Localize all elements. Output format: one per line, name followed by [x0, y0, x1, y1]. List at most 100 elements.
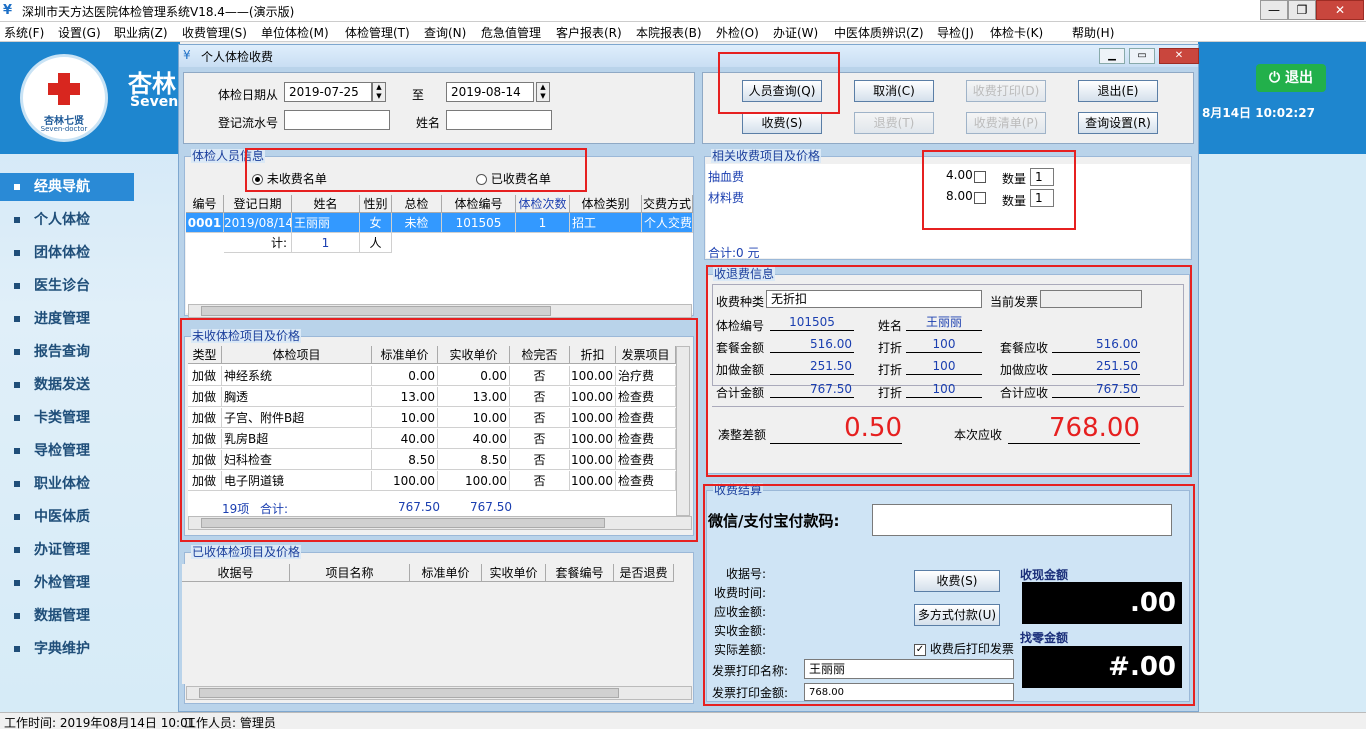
invoice-amount-input[interactable]: 768.00 — [804, 683, 1014, 701]
radio-paid[interactable]: 已收费名单 — [476, 170, 551, 187]
nav-dictionary[interactable]: 字典维护 — [0, 635, 134, 663]
unpaid-cell[interactable]: 检查费 — [616, 408, 676, 428]
related-fee-qty-input[interactable]: 1 — [1030, 189, 1054, 207]
related-fee-checkbox[interactable] — [974, 169, 986, 183]
people-cell[interactable]: 招工 — [570, 213, 642, 233]
menu-help[interactable]: 帮助(H) — [1072, 24, 1114, 41]
pay-code-input[interactable] — [872, 504, 1172, 536]
charge-top-button[interactable]: 收费(S) — [742, 112, 822, 134]
charge-button[interactable]: 收费(S) — [914, 570, 1000, 592]
nav-data-send[interactable]: 数据发送 — [0, 371, 134, 399]
unpaid-cell[interactable]: 乳房B超 — [222, 429, 372, 449]
unpaid-cell[interactable]: 检查费 — [616, 387, 676, 407]
nav-classic[interactable]: 经典导航 — [0, 173, 134, 201]
nav-group-exam[interactable]: 团体体检 — [0, 239, 134, 267]
unpaid-cell[interactable]: 100.00 — [438, 471, 510, 491]
nav-report-query[interactable]: 报告查询 — [0, 338, 134, 366]
unpaid-cell[interactable]: 40.00 — [372, 429, 438, 449]
query-settings-button[interactable]: 查询设置(R) — [1078, 112, 1158, 134]
people-cell[interactable]: 0001 — [186, 213, 224, 233]
dialog-minimize-button[interactable]: ▁ — [1099, 48, 1125, 64]
unpaid-cell[interactable]: 加做 — [188, 387, 222, 407]
unpaid-cell[interactable]: 子宫、附件B超 — [222, 408, 372, 428]
multi-pay-button[interactable]: 多方式付款(U) — [914, 604, 1000, 626]
scroll-thumb[interactable] — [199, 688, 619, 698]
menu-system[interactable]: 系统(F) — [4, 24, 44, 41]
serial-input[interactable] — [284, 110, 390, 130]
nav-progress[interactable]: 进度管理 — [0, 305, 134, 333]
nav-occupational[interactable]: 职业体检 — [0, 470, 134, 498]
fee-type-input[interactable]: 无折扣 — [766, 290, 982, 308]
nav-doctor-desk[interactable]: 医生诊台 — [0, 272, 134, 300]
unpaid-cell[interactable]: 检查费 — [616, 429, 676, 449]
invoice-input[interactable] — [1040, 290, 1142, 308]
menu-group-exam[interactable]: 单位体检(M) — [261, 24, 329, 41]
maximize-button[interactable]: ❐ — [1288, 0, 1316, 20]
menu-client-report[interactable]: 客户报表(R) — [556, 24, 622, 41]
nav-personal-exam[interactable]: 个人体检 — [0, 206, 134, 234]
related-fee-checkbox[interactable] — [974, 190, 986, 204]
date-to-spinner[interactable]: ▲ ▼ — [536, 82, 550, 102]
people-cell[interactable]: 未检 — [392, 213, 442, 233]
unpaid-cell[interactable]: 否 — [510, 471, 570, 491]
people-hscroll[interactable] — [188, 304, 692, 318]
people-cell[interactable]: 个人交费 — [642, 213, 693, 233]
paid-hscroll[interactable] — [186, 686, 692, 700]
date-from-input[interactable]: 2019-07-25 — [284, 82, 372, 102]
unpaid-cell[interactable]: 加做 — [188, 471, 222, 491]
date-to-input[interactable]: 2019-08-14 — [446, 82, 534, 102]
unpaid-cell[interactable]: 检查费 — [616, 450, 676, 470]
unpaid-cell[interactable]: 加做 — [188, 429, 222, 449]
nav-certificate[interactable]: 办证管理 — [0, 536, 134, 564]
nav-external[interactable]: 外检管理 — [0, 569, 134, 597]
unpaid-cell[interactable]: 10.00 — [438, 408, 510, 428]
logout-button[interactable]: ⏻ 退出 — [1256, 64, 1326, 92]
exit-button[interactable]: 退出(E) — [1078, 80, 1158, 102]
invoice-name-input[interactable]: 王丽丽 — [804, 659, 1014, 679]
menu-query[interactable]: 查询(N) — [424, 24, 466, 41]
unpaid-cell[interactable]: 8.50 — [438, 450, 510, 470]
people-cell[interactable]: 101505 — [442, 213, 516, 233]
charge-list-button[interactable]: 收费清单(P) — [966, 112, 1046, 134]
unpaid-cell[interactable]: 否 — [510, 450, 570, 470]
nav-data-management[interactable]: 数据管理 — [0, 602, 134, 630]
unpaid-cell[interactable]: 13.00 — [372, 387, 438, 407]
nav-tcm[interactable]: 中医体质 — [0, 503, 134, 531]
menu-card[interactable]: 体检卡(K) — [990, 24, 1043, 41]
menu-exam-management[interactable]: 体检管理(T) — [345, 24, 410, 41]
unpaid-cell[interactable]: 否 — [510, 408, 570, 428]
unpaid-cell[interactable]: 100.00 — [570, 429, 616, 449]
charge-print-button[interactable]: 收费打印(D) — [966, 80, 1046, 102]
unpaid-cell[interactable]: 妇科检查 — [222, 450, 372, 470]
print-after-checkbox[interactable]: ✓ 收费后打印发票 — [914, 640, 1014, 657]
menu-tcm[interactable]: 中医体质辨识(Z) — [834, 24, 924, 41]
unpaid-cell[interactable]: 否 — [510, 387, 570, 407]
unpaid-cell[interactable]: 8.50 — [372, 450, 438, 470]
unpaid-vscroll[interactable] — [676, 346, 690, 516]
cancel-button[interactable]: 取消(C) — [854, 80, 934, 102]
people-cell[interactable]: 2019/08/14 — [224, 213, 292, 233]
unpaid-cell[interactable]: 100.00 — [372, 471, 438, 491]
unpaid-cell[interactable]: 100.00 — [570, 450, 616, 470]
menu-billing[interactable]: 收费管理(S) — [182, 24, 247, 41]
unpaid-cell[interactable]: 100.00 — [570, 387, 616, 407]
scroll-thumb[interactable] — [201, 306, 551, 316]
unpaid-cell[interactable]: 13.00 — [438, 387, 510, 407]
date-from-spinner[interactable]: ▲ ▼ — [372, 82, 386, 102]
people-cell[interactable]: 1 — [516, 213, 570, 233]
unpaid-cell[interactable]: 加做 — [188, 450, 222, 470]
unpaid-cell[interactable]: 胸透 — [222, 387, 372, 407]
unpaid-cell[interactable]: 0.00 — [438, 366, 510, 386]
unpaid-cell[interactable]: 治疗费 — [616, 366, 676, 386]
nav-card-management[interactable]: 卡类管理 — [0, 404, 134, 432]
person-query-button[interactable]: 人员查询(Q) — [742, 80, 822, 102]
menu-occupational[interactable]: 职业病(Z) — [114, 24, 168, 41]
refund-button[interactable]: 退费(T) — [854, 112, 934, 134]
unpaid-cell[interactable]: 100.00 — [570, 366, 616, 386]
radio-unpaid[interactable]: 未收费名单 — [252, 170, 327, 187]
unpaid-cell[interactable]: 加做 — [188, 366, 222, 386]
minimize-button[interactable]: — — [1260, 0, 1288, 20]
dialog-close-button[interactable]: ✕ — [1159, 48, 1199, 64]
menu-certificate[interactable]: 办证(W) — [773, 24, 818, 41]
menu-hospital-report[interactable]: 本院报表(B) — [636, 24, 702, 41]
